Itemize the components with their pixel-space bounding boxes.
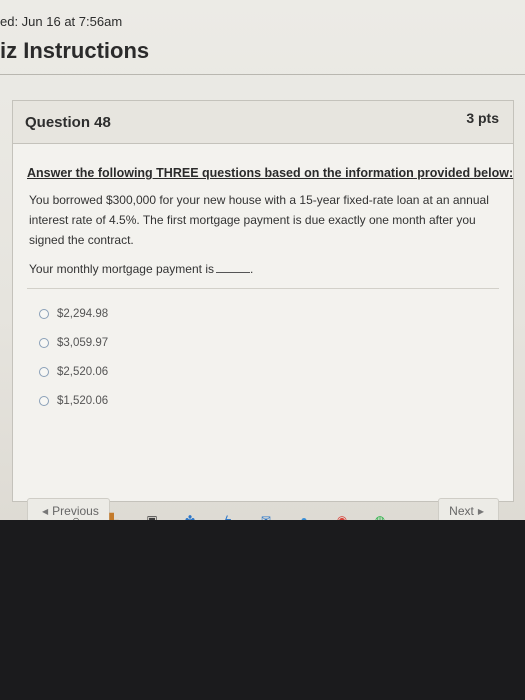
divider	[0, 74, 525, 75]
mail-icon[interactable]: ✉	[260, 514, 272, 520]
question-card: Question 48 3 pts Answer the following T…	[12, 100, 514, 520]
answer-label: $1,520.06	[57, 395, 109, 407]
bolt-icon[interactable]: ϟ	[222, 514, 234, 520]
answer-label: $2,294.98	[57, 308, 109, 320]
prompt-end: .	[250, 262, 254, 276]
question-problem: You borrowed $300,000 for your new house…	[29, 193, 489, 247]
divider	[27, 288, 499, 289]
radio-icon[interactable]	[39, 396, 49, 406]
answer-option[interactable]: $2,520.06	[39, 366, 108, 378]
answer-label: $3,059.97	[57, 337, 109, 349]
screen: ed: Jun 16 at 7:56am iz Instructions Que…	[0, 0, 525, 520]
radio-icon[interactable]	[39, 309, 49, 319]
laptop-bezel	[0, 534, 525, 700]
spotify-icon[interactable]: ◍	[374, 514, 386, 520]
radio-icon[interactable]	[39, 338, 49, 348]
due-date: ed: Jun 16 at 7:56am	[0, 14, 123, 29]
briefcase-icon[interactable]: ▣	[146, 514, 158, 520]
question-prompt: Your monthly mortgage payment is.	[29, 262, 253, 276]
question-header: Question 48 3 pts	[13, 101, 513, 144]
dropbox-icon[interactable]: ✤	[184, 514, 196, 520]
question-lead: Answer the following THREE questions bas…	[27, 166, 514, 180]
chrome-icon[interactable]: ◉	[336, 514, 348, 520]
question-body: Answer the following THREE questions bas…	[13, 144, 514, 520]
blank-line	[216, 272, 250, 273]
answer-label: $2,520.06	[57, 366, 109, 378]
answer-option[interactable]: $2,294.98	[39, 308, 108, 320]
question-points: 3 pts	[466, 110, 499, 126]
document-icon[interactable]: ▙	[108, 514, 120, 520]
page-title: iz Instructions	[0, 38, 150, 63]
taskbar: ○ ▙ ▣ ✤ ϟ ✉ ● ◉ ◍	[0, 506, 525, 520]
answer-option[interactable]: $1,520.06	[39, 395, 108, 407]
globe-icon[interactable]: ●	[298, 514, 310, 520]
answer-option[interactable]: $3,059.97	[39, 337, 108, 349]
prompt-text: Your monthly mortgage payment is	[29, 262, 214, 276]
radio-icon[interactable]	[39, 367, 49, 377]
record-icon[interactable]: ○	[70, 514, 82, 520]
question-title: Question 48	[25, 114, 111, 131]
